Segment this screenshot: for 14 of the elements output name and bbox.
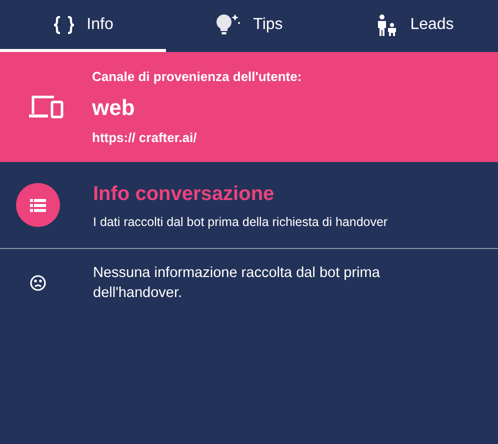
tab[interactable]: Leads	[332, 0, 498, 52]
channel-value: web	[92, 94, 136, 122]
parent-child-icon	[376, 14, 398, 36]
lightbulb-icon	[215, 12, 242, 36]
sad-face-icon	[30, 275, 46, 291]
list-icon	[16, 183, 60, 227]
braces-icon	[52, 16, 75, 34]
empty-message: Nessuna informazione raccolta dal bot prima dell'handover.	[92, 264, 381, 303]
devices-icon	[28, 94, 64, 120]
channel-url: https:// crafter.ai/	[92, 128, 198, 147]
channel-heading: Canale di provenienza dell'utente:	[92, 68, 302, 86]
conversation-subtitle: I dati raccolti dal bot prima della richiesta di handover	[93, 214, 388, 231]
tab[interactable]: Tips	[166, 0, 332, 52]
conversation-title: Info conversazione	[93, 182, 276, 207]
